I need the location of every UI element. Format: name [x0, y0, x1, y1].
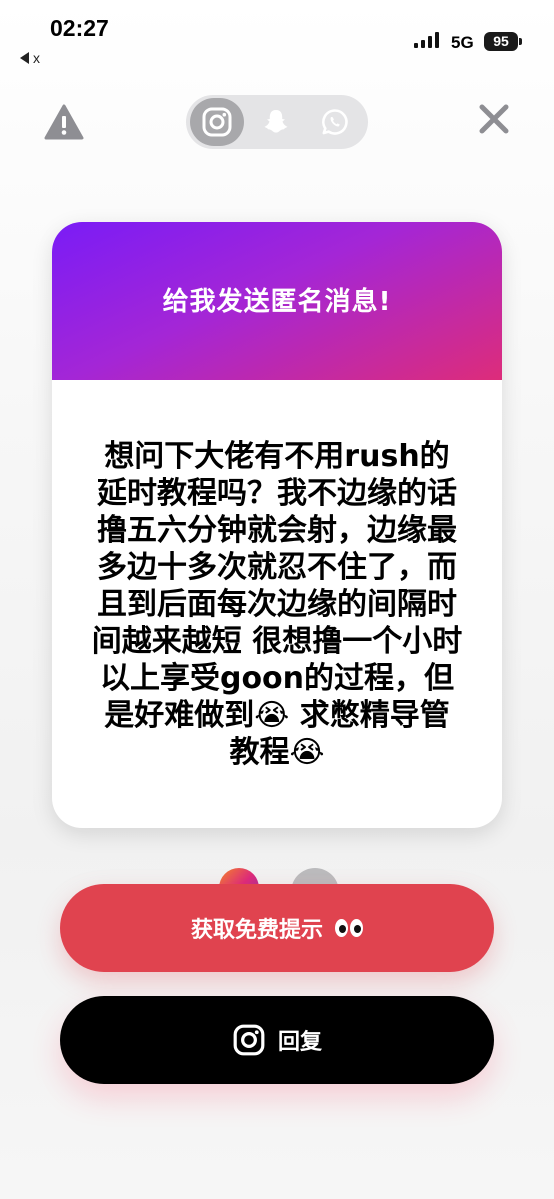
platform-switcher: [186, 95, 368, 149]
back-app-label: x: [33, 50, 40, 66]
battery-icon: 95: [484, 32, 522, 51]
instagram-icon: [202, 107, 232, 137]
instagram-icon: [233, 1024, 265, 1056]
back-arrow-icon: [20, 52, 29, 64]
cellular-signal-icon: [414, 32, 439, 48]
status-time: 02:27: [50, 15, 109, 41]
message-card: 给我发送匿名消息! 想问下大佬有不用rush的延时教程吗？我不边缘的话撸五六分钟…: [52, 222, 502, 828]
close-icon[interactable]: [476, 101, 512, 137]
snapchat-icon: [264, 110, 288, 133]
whatsapp-icon: [322, 109, 348, 135]
tab-snapchat[interactable]: [249, 98, 303, 146]
get-free-hint-button[interactable]: 获取免费提示: [60, 884, 494, 972]
network-type: 5G: [451, 33, 474, 52]
card-body: 想问下大佬有不用rush的延时教程吗？我不边缘的话撸五六分钟就会射，边缘最多边十…: [52, 380, 502, 828]
card-header: 给我发送匿名消息!: [52, 222, 502, 380]
warning-icon[interactable]: [44, 104, 84, 140]
back-to-app-link[interactable]: x: [20, 50, 40, 66]
hint-button-label: 获取免费提示: [190, 918, 323, 943]
reply-button-label: 回复: [277, 1030, 322, 1055]
card-title: 给我发送匿名消息!: [162, 286, 392, 317]
tab-whatsapp[interactable]: [308, 98, 362, 146]
tab-instagram[interactable]: [190, 98, 244, 146]
reply-button[interactable]: 回复: [60, 996, 494, 1084]
battery-level: 95: [493, 33, 509, 49]
anonymous-message-text: 想问下大佬有不用rush的延时教程吗？我不边缘的话撸五六分钟就会射，边缘最多边十…: [91, 438, 463, 770]
eyes-emoji-icon: [335, 919, 363, 937]
